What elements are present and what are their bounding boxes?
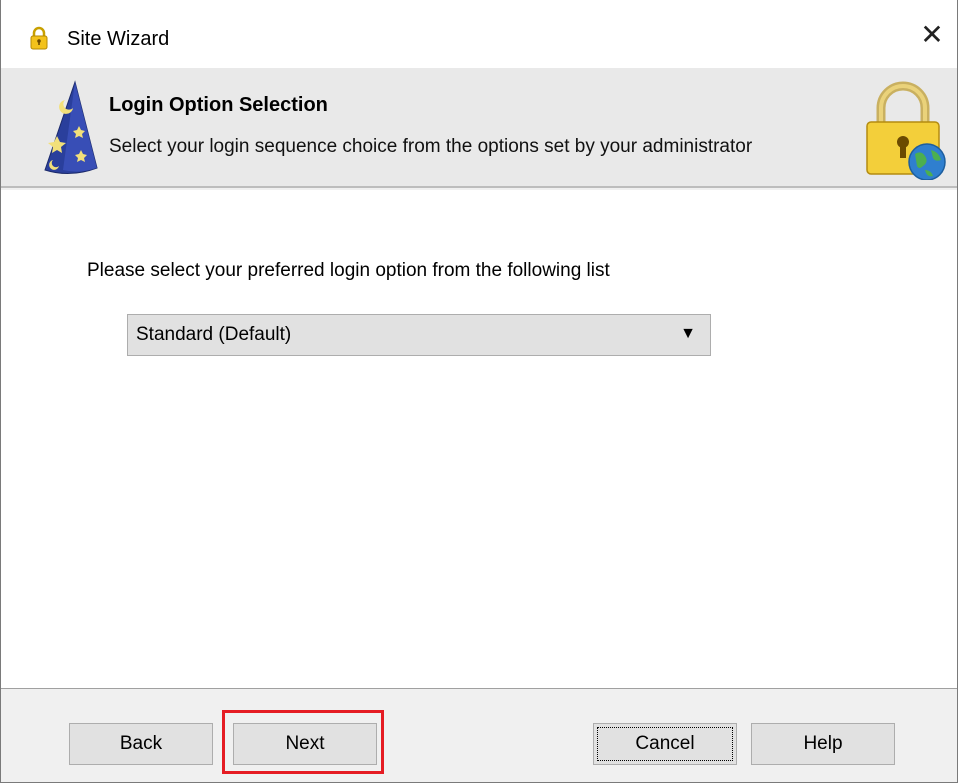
focus-rectangle xyxy=(597,727,733,761)
wizard-content: Please select your preferred login optio… xyxy=(1,190,957,688)
window-title: Site Wizard xyxy=(67,28,170,50)
wizard-header: Login Option Selection Select your login… xyxy=(1,68,957,188)
wizard-footer: Back Next Cancel Help xyxy=(1,688,957,782)
back-button[interactable]: Back xyxy=(69,723,213,765)
instructions-label: Please select your preferred login optio… xyxy=(87,260,610,281)
page-subtitle: Select your login sequence choice from t… xyxy=(109,136,753,157)
login-option-value: Standard (Default) xyxy=(136,324,292,345)
close-button[interactable]: ✕ xyxy=(907,0,957,68)
dropdown-arrow-icon: ▼ xyxy=(680,325,696,342)
page-title: Login Option Selection xyxy=(109,94,328,116)
wizard-hat-icon xyxy=(44,80,98,174)
help-button-label: Help xyxy=(803,733,843,754)
back-button-label: Back xyxy=(119,733,163,754)
help-button[interactable]: Help xyxy=(751,723,895,765)
close-icon: ✕ xyxy=(920,18,944,50)
next-button-label: Next xyxy=(285,733,325,754)
site-wizard-window: Site Wizard ✕ Login Option Selection Sel… xyxy=(0,0,958,783)
title-bar: Site Wizard ✕ xyxy=(1,0,957,68)
padlock-icon xyxy=(30,26,48,50)
cancel-button[interactable]: Cancel xyxy=(593,723,737,765)
login-option-dropdown[interactable]: Standard (Default) ▼ xyxy=(127,314,711,356)
next-button[interactable]: Next xyxy=(233,723,377,765)
lock-globe-icon xyxy=(866,81,946,180)
